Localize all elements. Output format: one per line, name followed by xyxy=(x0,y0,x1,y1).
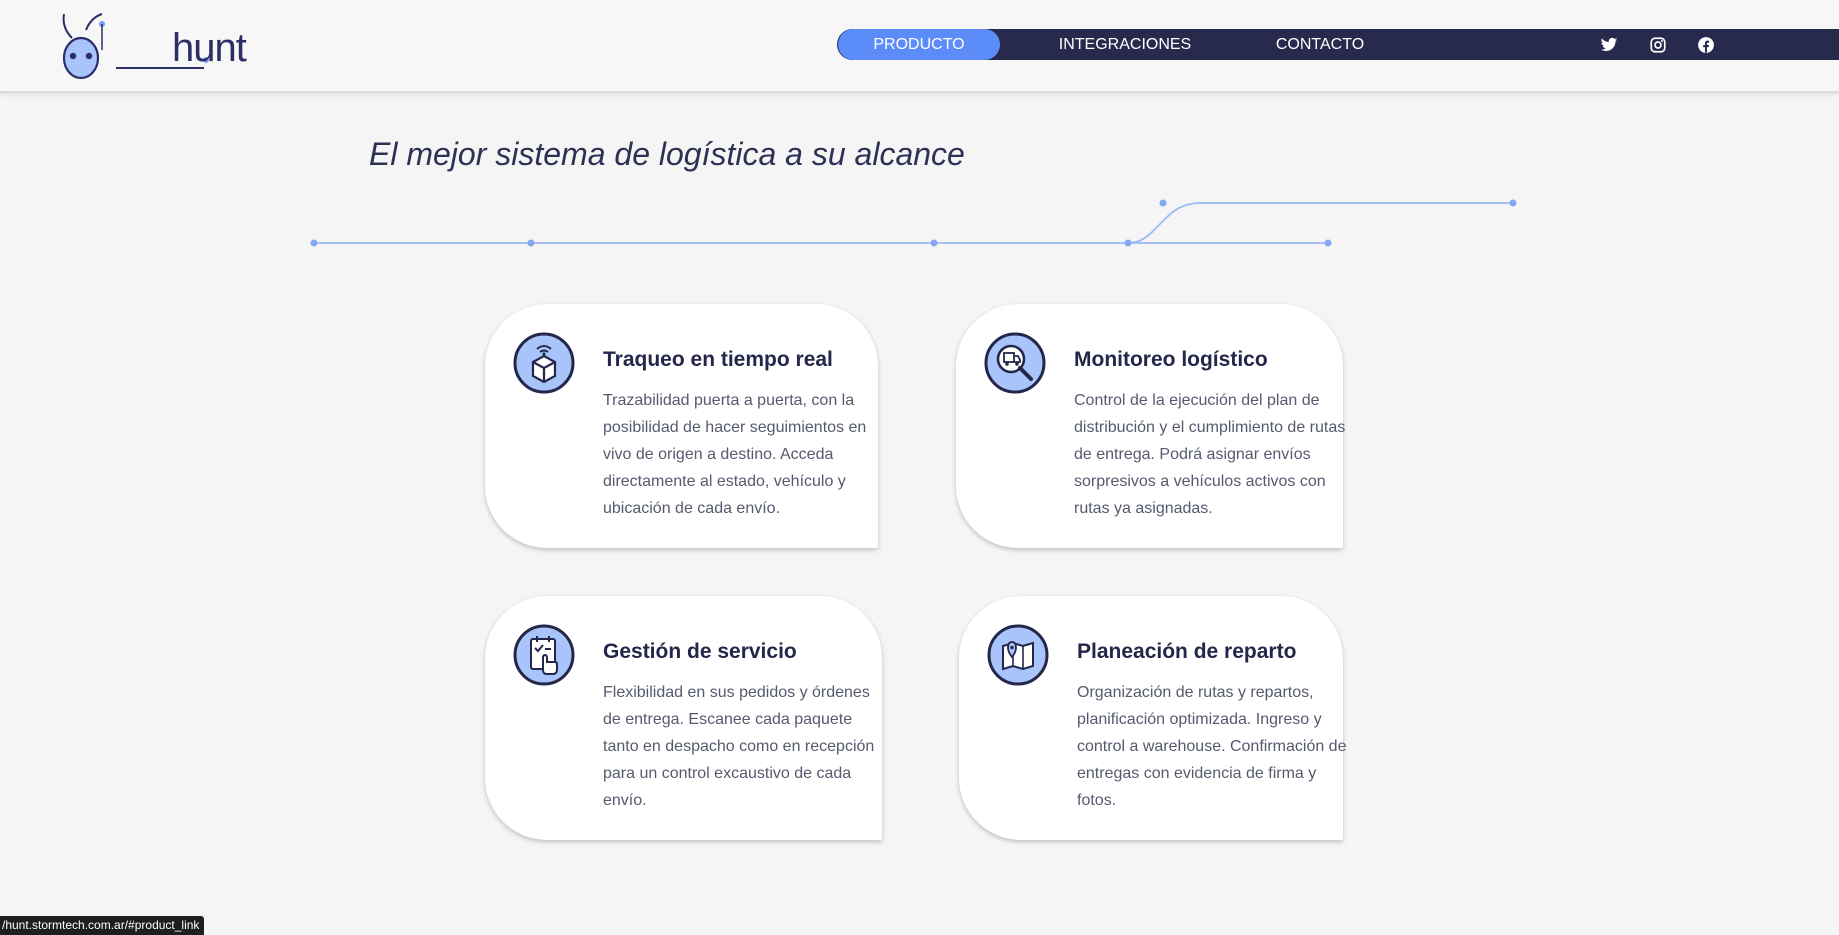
status-bar-url: /hunt.stormtech.com.ar/#product_link xyxy=(0,916,205,935)
decorative-lines xyxy=(310,199,1517,247)
feature-card-monitoring: Monitoreo logístico Control de la ejecuc… xyxy=(956,304,1345,548)
twitter-icon[interactable] xyxy=(1600,36,1618,54)
nav-integraciones[interactable]: INTEGRACIONES xyxy=(1044,29,1206,60)
instagram-icon[interactable] xyxy=(1649,36,1667,54)
card-title: Monitoreo logístico xyxy=(1074,348,1268,371)
facebook-icon[interactable] xyxy=(1697,36,1715,54)
nav-producto[interactable]: PRODUCTO xyxy=(838,29,1000,60)
card-description: Control de la ejecución del plan de dist… xyxy=(1074,392,1346,517)
main-navbar: PRODUCTO INTEGRACIONES CONTACTO xyxy=(837,29,1839,60)
hero-title: El mejor sistema de logística a su alcan… xyxy=(369,136,965,172)
site-header: hunt PRODUCTO INTEGRACIONES CONTACTO xyxy=(0,0,1839,93)
logo-text: hunt xyxy=(172,26,247,70)
card-title: Gestión de servicio xyxy=(603,640,797,663)
map-pin-icon xyxy=(987,624,1049,686)
feature-card-planning: Planeación de reparto Organización de ru… xyxy=(959,596,1346,840)
card-description: Organización de rutas y repartos, planif… xyxy=(1077,684,1347,809)
card-title: Planeación de reparto xyxy=(1077,640,1297,663)
feature-card-tracking: Traqueo en tiempo real Trazabilidad puer… xyxy=(485,304,878,548)
card-description: Flexibilidad en sus pedidos y órdenes de… xyxy=(603,684,875,809)
nav-contacto[interactable]: CONTACTO xyxy=(1239,29,1401,60)
checklist-hand-icon xyxy=(513,624,575,686)
truck-magnifier-icon xyxy=(984,332,1046,394)
hunt-logo[interactable]: hunt xyxy=(56,10,247,80)
card-title: Traqueo en tiempo real xyxy=(603,348,833,371)
card-description: Trazabilidad puerta a puerta, con la pos… xyxy=(603,392,867,517)
feature-card-service: Gestión de servicio Flexibilidad en sus … xyxy=(485,596,882,840)
box-wifi-icon xyxy=(513,332,575,394)
